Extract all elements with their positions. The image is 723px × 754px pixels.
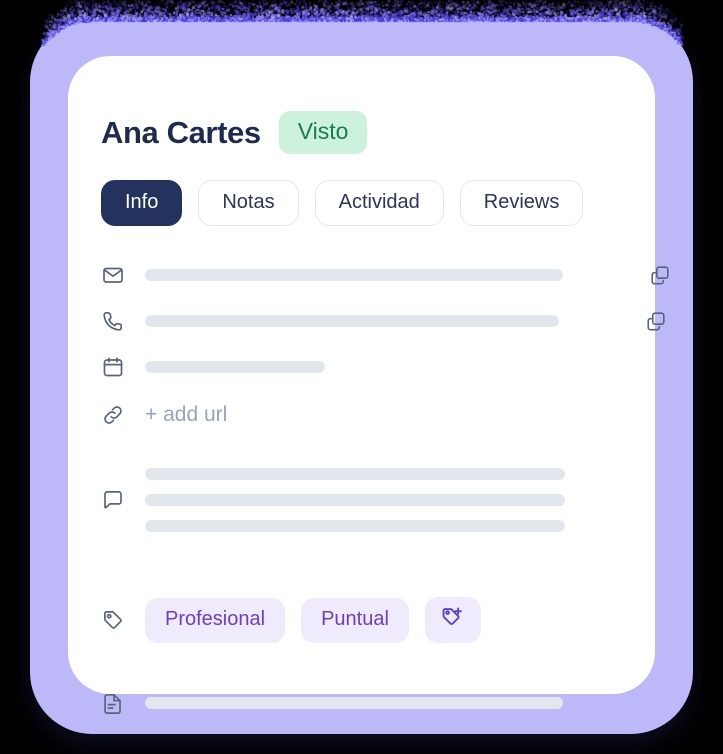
- status-badge: Visto: [279, 111, 368, 154]
- document-icon: [101, 691, 145, 715]
- tags-list: Profesional Puntual: [145, 597, 621, 643]
- tab-info[interactable]: Info: [101, 180, 182, 226]
- phone-icon: [101, 309, 145, 333]
- add-url-button[interactable]: + add url: [145, 403, 621, 427]
- date-skeleton-bar: [145, 361, 325, 373]
- notes-skeleton-bar: [145, 494, 565, 506]
- tag-icon: [101, 608, 145, 632]
- card-header: Ana Cartes Visto: [101, 111, 367, 154]
- calendar-icon: [101, 355, 145, 379]
- tag-plus-icon: [440, 605, 465, 635]
- date-value[interactable]: [145, 361, 621, 373]
- row-date: [101, 344, 621, 390]
- copy-phone-button[interactable]: [643, 308, 669, 334]
- row-notes: [101, 454, 621, 546]
- url-value[interactable]: + add url: [145, 403, 621, 427]
- tab-actividad[interactable]: Actividad: [315, 180, 444, 226]
- row-url: + add url: [101, 390, 621, 440]
- contact-card: Ana Cartes Visto Info Notas Actividad Re…: [68, 56, 655, 694]
- tag-chip[interactable]: Puntual: [301, 598, 409, 643]
- row-document: [101, 680, 621, 726]
- info-rows: + add url Profesional Puntual: [101, 252, 621, 726]
- tag-chip[interactable]: Profesional: [145, 598, 285, 643]
- row-phone: [101, 298, 621, 344]
- copy-email-button[interactable]: [647, 262, 673, 288]
- row-tags: Profesional Puntual: [101, 582, 621, 658]
- notes-value[interactable]: [145, 468, 621, 532]
- notes-skeleton-bar: [145, 520, 565, 532]
- link-icon: [101, 403, 145, 427]
- document-value[interactable]: [145, 697, 621, 709]
- phone-skeleton-bar: [145, 315, 559, 327]
- tab-notas[interactable]: Notas: [198, 180, 298, 226]
- tab-reviews[interactable]: Reviews: [460, 180, 584, 226]
- email-value[interactable]: [145, 269, 621, 281]
- notes-skeleton-bar: [145, 468, 565, 480]
- add-tag-button[interactable]: [425, 597, 481, 643]
- email-skeleton-bar: [145, 269, 563, 281]
- screenshot-stage: Ana Cartes Visto Info Notas Actividad Re…: [0, 0, 723, 754]
- envelope-icon: [101, 263, 145, 287]
- phone-value[interactable]: [145, 315, 621, 327]
- chat-bubble-icon: [101, 488, 145, 512]
- document-skeleton-bar: [145, 697, 563, 709]
- tab-bar: Info Notas Actividad Reviews: [101, 180, 583, 226]
- row-email: [101, 252, 621, 298]
- page-title: Ana Cartes: [101, 115, 261, 151]
